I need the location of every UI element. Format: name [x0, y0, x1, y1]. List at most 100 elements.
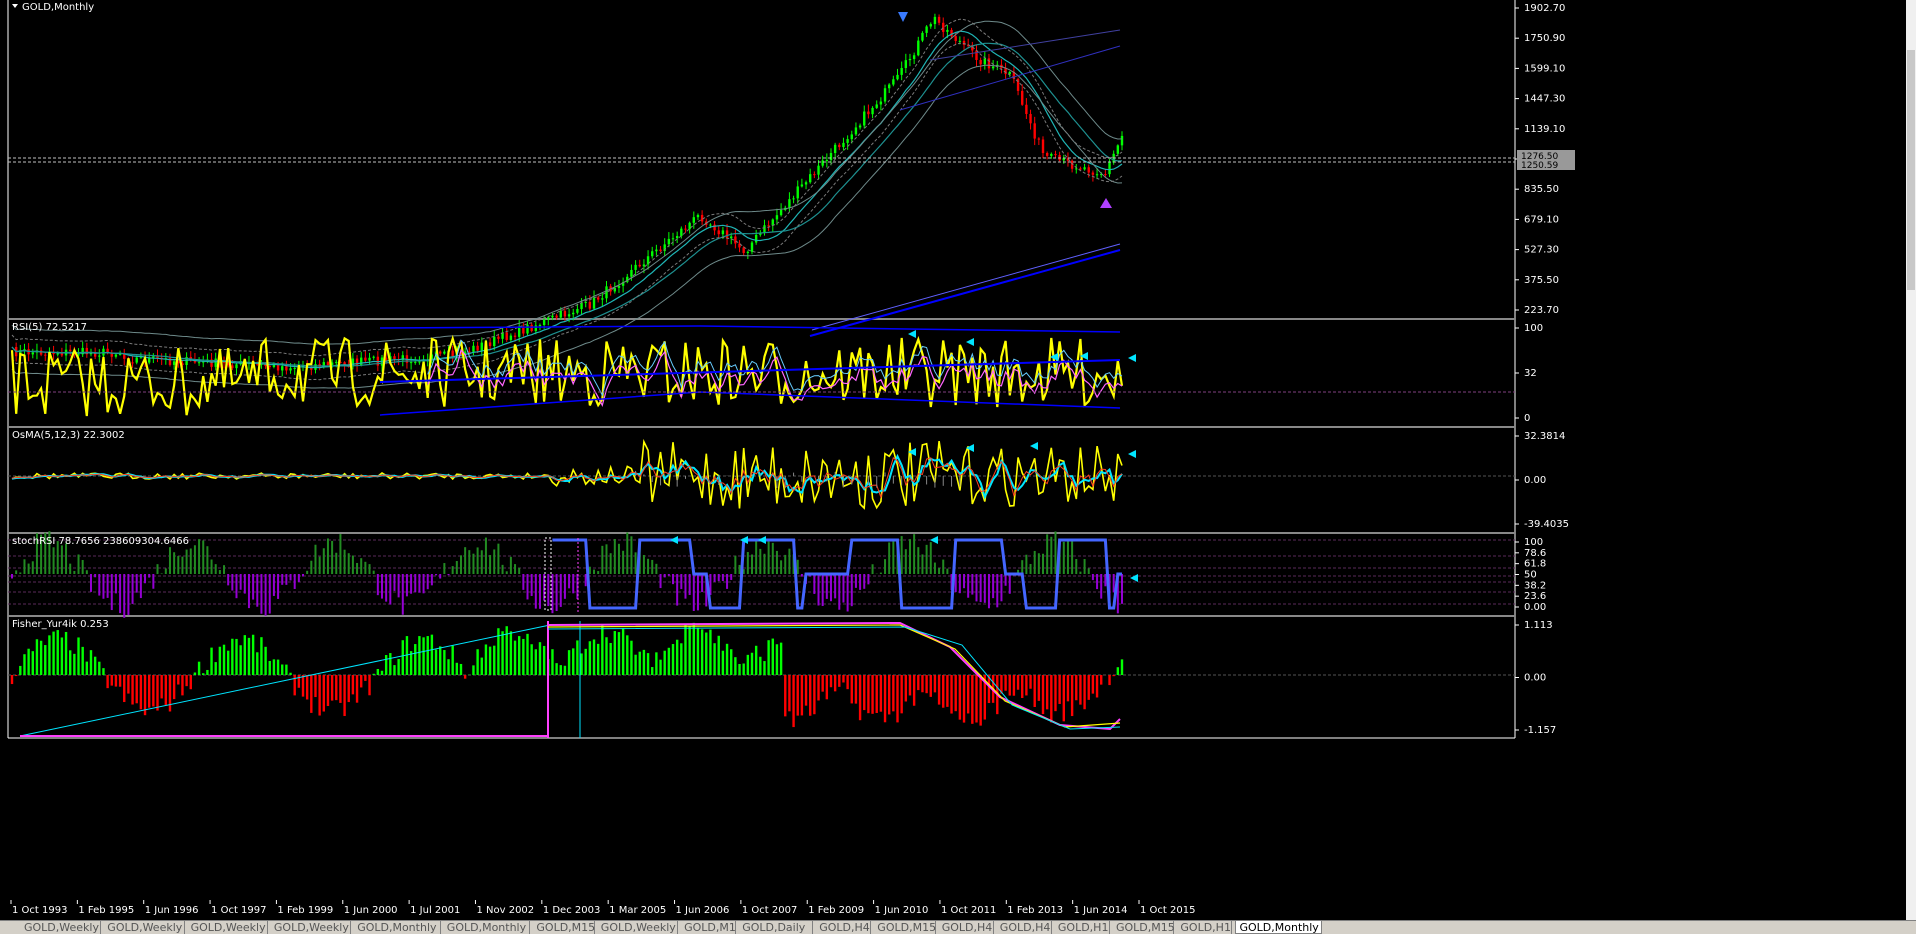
- chart-tab[interactable]: GOLD,H4: [996, 921, 1052, 934]
- stoch-histogram-bar: [684, 574, 686, 599]
- stoch-histogram-bar: [992, 574, 994, 598]
- candle-body: [1042, 140, 1044, 153]
- fisher-histogram-bar: [1025, 675, 1027, 695]
- fisher-histogram-bar: [622, 628, 624, 675]
- fisher-histogram-bar: [734, 657, 736, 675]
- fisher-histogram-bar: [680, 643, 682, 675]
- candle-body: [722, 230, 724, 234]
- chart-background: [0, 0, 1916, 933]
- price-tick: 78.6: [1524, 548, 1546, 559]
- chart-tab[interactable]: GOLD,H4: [815, 921, 871, 934]
- stoch-histogram-bar: [443, 563, 445, 574]
- time-tick-label: 1 Feb 2013: [1007, 905, 1063, 916]
- panel-separator[interactable]: [8, 532, 1515, 534]
- stoch-histogram-bar: [622, 551, 624, 574]
- chart-tab[interactable]: GOLD,H1: [1176, 921, 1232, 934]
- fisher-histogram-bar: [530, 644, 532, 675]
- chart-tab[interactable]: GOLD,M15: [532, 921, 594, 934]
- panel-separator[interactable]: [8, 615, 1515, 617]
- chart-tab[interactable]: GOLD,H4: [938, 921, 994, 934]
- stoch-histogram-bar: [672, 574, 674, 584]
- candle-body: [360, 358, 362, 366]
- chart-tab[interactable]: GOLD,M15: [873, 921, 935, 934]
- fisher-histogram-bar: [817, 675, 819, 700]
- time-tick-label: 1 Jul 2001: [410, 905, 460, 916]
- candle-body: [788, 199, 790, 208]
- stoch-histogram-bar: [768, 542, 770, 574]
- stoch-histogram-bar: [290, 574, 292, 580]
- candle-body: [780, 210, 782, 215]
- fisher-histogram-bar: [759, 657, 761, 675]
- fisher-histogram-bar: [772, 639, 774, 675]
- candle-body: [335, 362, 337, 363]
- stoch-histogram-bar: [1071, 541, 1073, 574]
- chart-tab[interactable]: GOLD,Weekly: [103, 921, 184, 934]
- fisher-histogram-bar: [19, 666, 21, 675]
- candle-body: [597, 297, 599, 299]
- panel-separator[interactable]: [8, 318, 1515, 320]
- chart-tab[interactable]: GOLD,Weekly: [20, 921, 101, 934]
- fisher-histogram-bar: [69, 650, 71, 675]
- fisher-histogram-bar: [751, 653, 753, 675]
- chart-tab[interactable]: GOLD,M1: [680, 921, 736, 934]
- candle-body: [747, 252, 749, 253]
- chart-tab[interactable]: GOLD,Weekly: [597, 921, 678, 934]
- chart-canvas[interactable]: GOLD,Monthly1902.701750.901599.101447.30…: [0, 0, 1916, 933]
- stoch-histogram-bar: [186, 550, 188, 574]
- stoch-histogram-bar: [601, 546, 603, 574]
- stoch-histogram-bar: [265, 574, 267, 616]
- candle-body: [925, 26, 927, 32]
- chart-tab[interactable]: GOLD,M15: [1112, 921, 1174, 934]
- fisher-histogram-bar: [747, 655, 749, 675]
- price-tick: 50: [1524, 570, 1537, 581]
- candle-body: [830, 153, 832, 160]
- fisher-histogram-bar: [639, 652, 641, 675]
- fisher-histogram-bar: [776, 644, 778, 675]
- stoch-histogram-bar: [115, 574, 117, 593]
- chart-tab[interactable]: GOLD,Monthly: [1235, 921, 1323, 934]
- fisher-histogram-bar: [102, 668, 104, 675]
- candle-body: [680, 229, 682, 236]
- price-tick: 0.00: [1524, 602, 1546, 613]
- chart-tab[interactable]: GOLD,H1: [1054, 921, 1110, 934]
- candle-body: [123, 354, 125, 359]
- candle-body: [451, 351, 453, 357]
- vertical-scrollbar[interactable]: [1906, 0, 1916, 920]
- candle-body: [984, 58, 986, 64]
- fisher-histogram-bar: [277, 660, 279, 675]
- fisher-histogram-bar: [86, 662, 88, 675]
- stoch-histogram-bar: [364, 562, 366, 574]
- chart-tab[interactable]: GOLD,Weekly: [187, 921, 268, 934]
- panel-separator[interactable]: [8, 426, 1515, 428]
- stoch-histogram-bar: [273, 574, 275, 596]
- fisher-histogram-bar: [1033, 675, 1035, 707]
- chart-tab[interactable]: GOLD,Monthly: [443, 921, 531, 934]
- candle-body: [1117, 145, 1119, 153]
- candle-body: [572, 313, 574, 314]
- price-tick: 375.50: [1524, 275, 1559, 286]
- candle-body: [742, 247, 744, 253]
- fisher-histogram-bar: [697, 628, 699, 675]
- fisher-histogram-bar: [1083, 675, 1085, 709]
- candle-body: [817, 166, 819, 175]
- chart-tab[interactable]: GOLD,Daily: [738, 921, 813, 934]
- stoch-histogram-bar: [788, 549, 790, 574]
- candle-body: [327, 362, 329, 365]
- stoch-histogram-bar: [393, 574, 395, 591]
- stoch-histogram-bar: [1067, 539, 1069, 574]
- stoch-histogram-bar: [531, 574, 533, 596]
- fisher-histogram-bar: [339, 675, 341, 703]
- scrollbar-thumb[interactable]: [1907, 50, 1915, 290]
- fisher-histogram-bar: [1096, 675, 1098, 697]
- stoch-histogram-bar: [1009, 574, 1011, 594]
- stoch-histogram-bar: [838, 574, 840, 610]
- candle-body: [235, 364, 237, 368]
- stoch-histogram-bar: [564, 574, 566, 599]
- fisher-histogram-bar: [273, 659, 275, 675]
- stoch-histogram-bar: [285, 574, 287, 585]
- fisher-histogram-bar: [127, 675, 129, 694]
- chart-tab[interactable]: GOLD,Monthly: [353, 921, 441, 934]
- stoch-histogram-bar: [23, 559, 25, 574]
- stoch-histogram-bar: [618, 544, 620, 574]
- chart-tab[interactable]: GOLD,Weekly: [270, 921, 351, 934]
